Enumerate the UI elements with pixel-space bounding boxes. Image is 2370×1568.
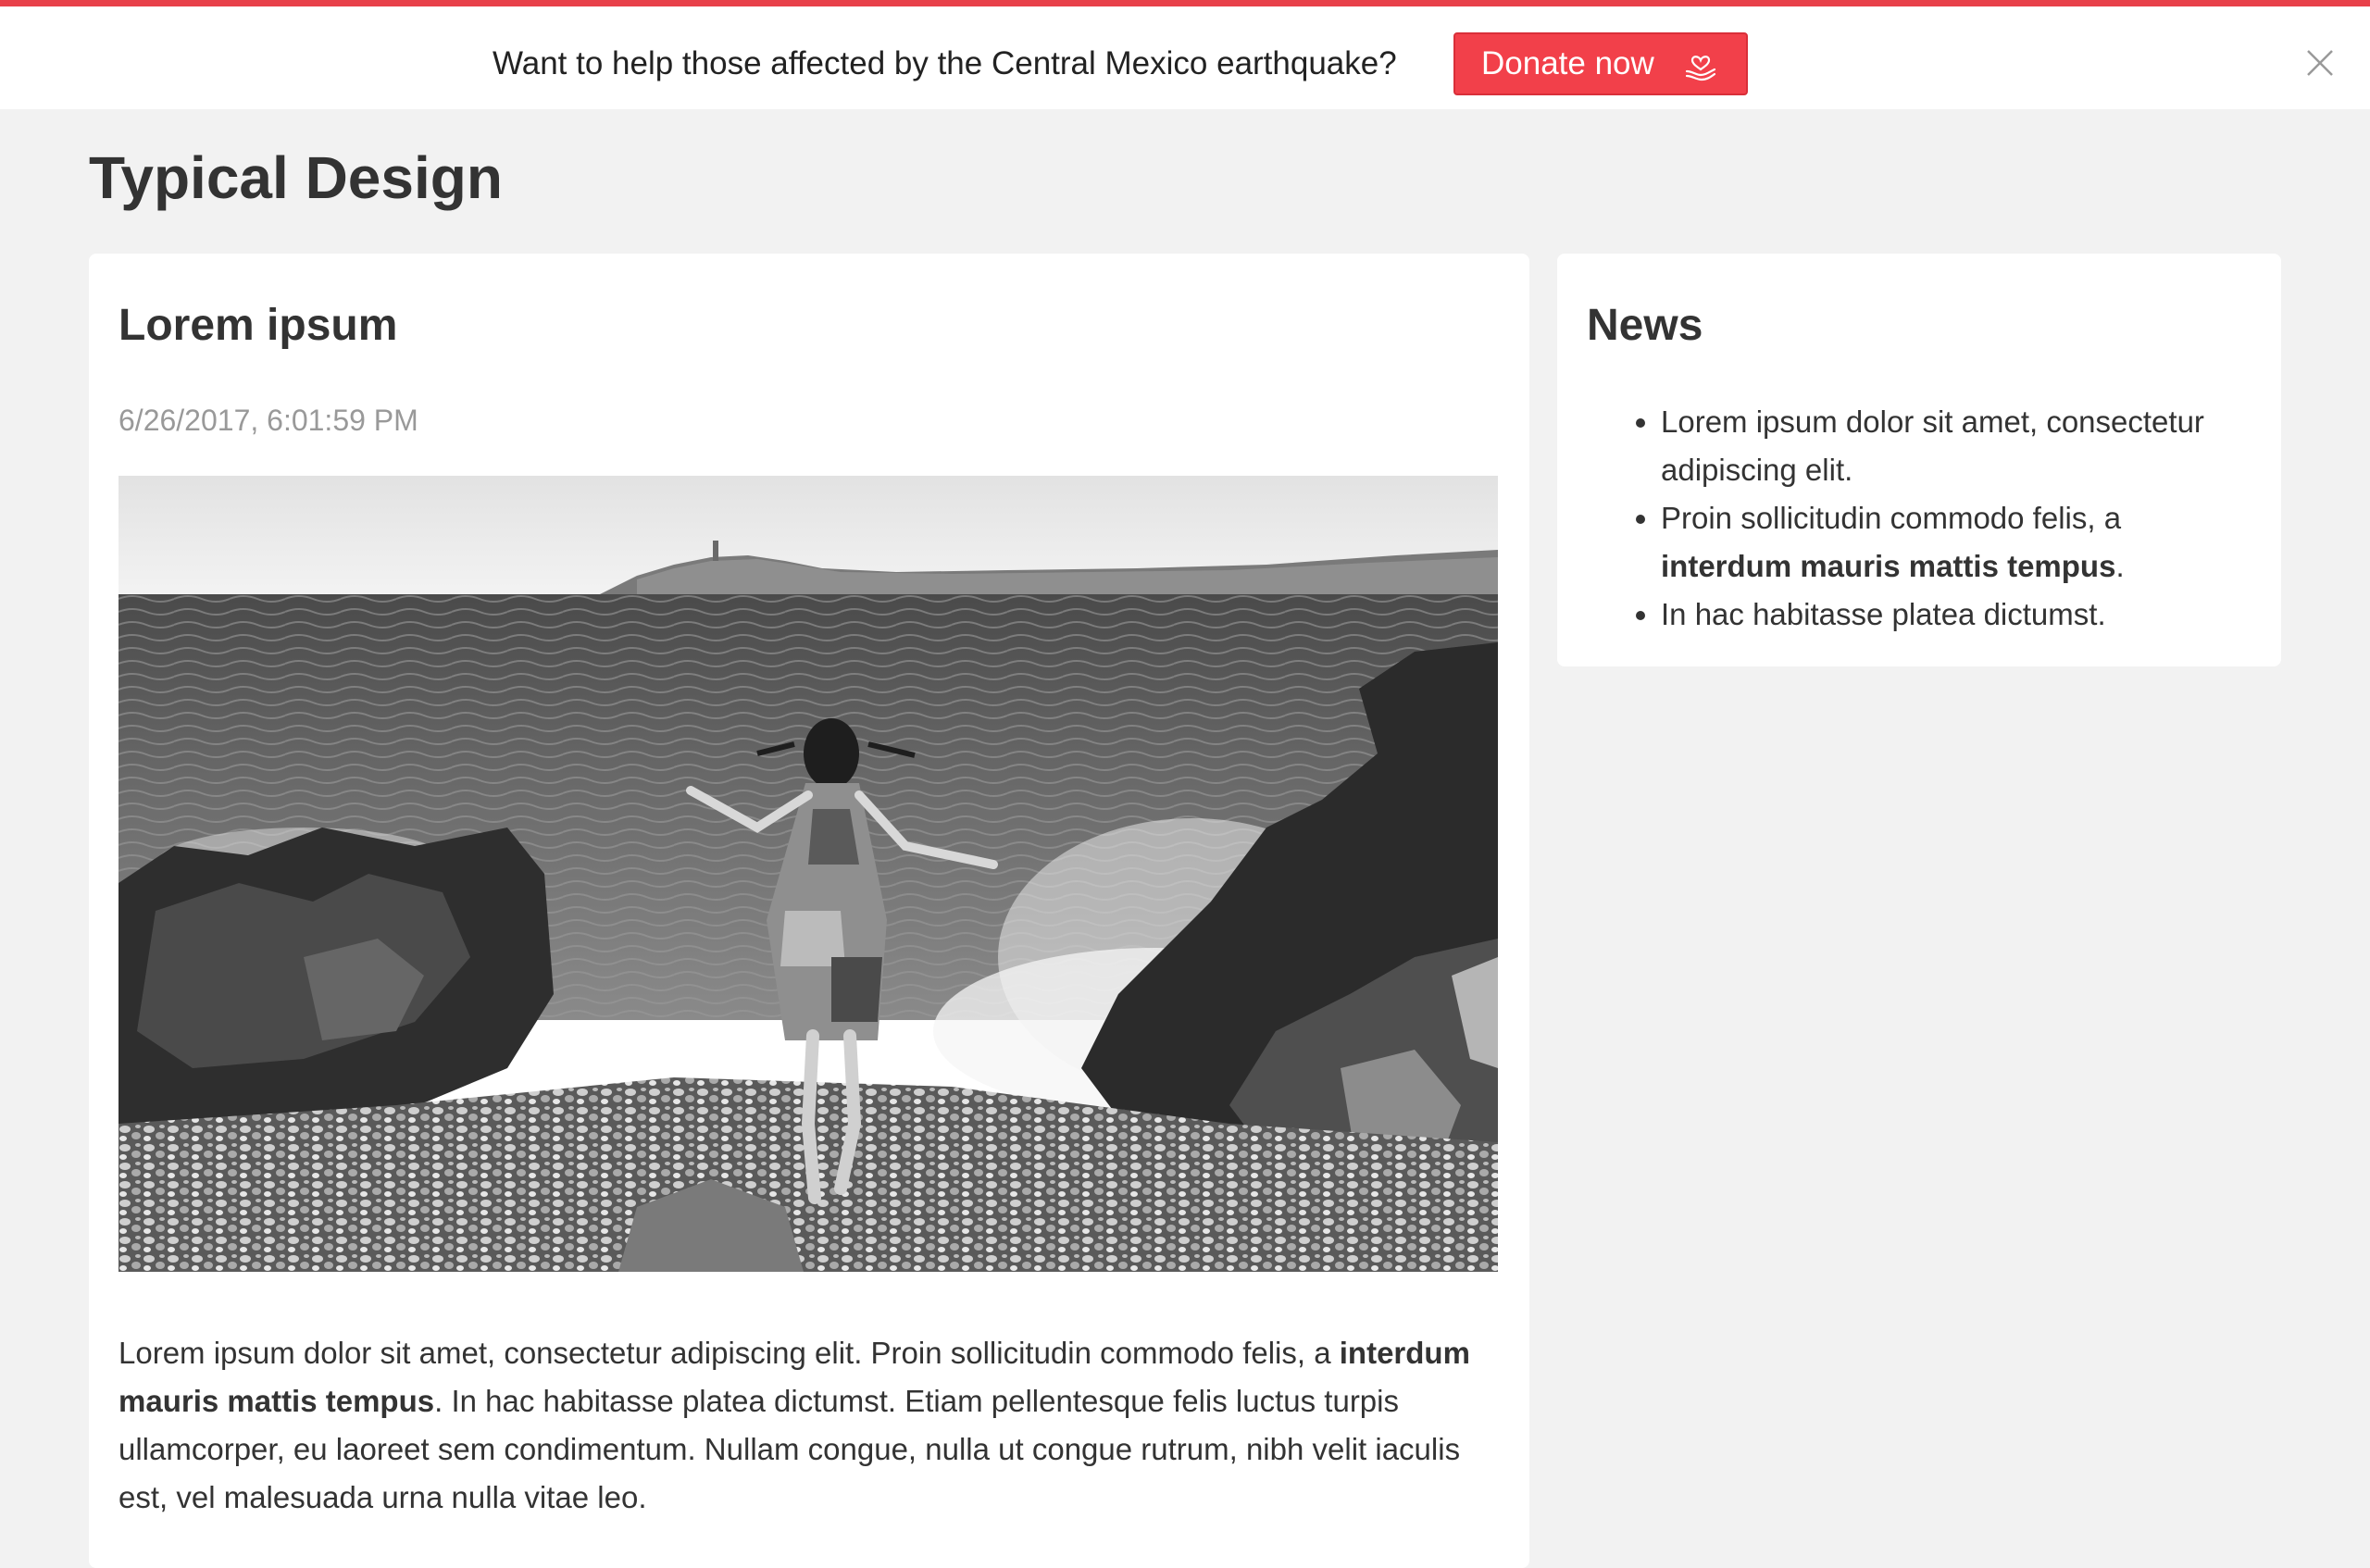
article-body-text: Lorem ipsum dolor sit amet, consectetur …	[118, 1336, 1340, 1370]
article-photo	[118, 476, 1498, 1272]
news-item-text: Lorem ipsum dolor sit amet, consectetur …	[1661, 404, 2204, 487]
heart-hand-icon	[1685, 56, 1716, 81]
news-item-text: In hac habitasse platea dictumst.	[1661, 597, 2106, 631]
news-card: News Lorem ipsum dolor sit amet, consect…	[1557, 254, 2281, 666]
news-list: Lorem ipsum dolor sit amet, consectetur …	[1587, 398, 2253, 639]
donate-button[interactable]: Donate now	[1453, 32, 1748, 95]
news-item-after: .	[2115, 549, 2125, 583]
news-item: Lorem ipsum dolor sit amet, consectetur …	[1661, 398, 2253, 494]
banner-message: Want to help those affected by the Centr…	[493, 45, 1397, 81]
donate-button-label: Donate now	[1481, 45, 1654, 81]
news-item-text: Proin sollicitudin commodo felis, a	[1661, 501, 2122, 535]
page-title: Typical Design	[89, 144, 503, 211]
article-date: 6/26/2017, 6:01:59 PM	[118, 404, 418, 437]
article-body: Lorem ipsum dolor sit amet, consectetur …	[118, 1329, 1507, 1522]
news-title: News	[1587, 301, 1703, 350]
beach-photo-illustration	[118, 476, 1498, 1272]
news-item-bold: interdum mauris mattis tempus	[1661, 549, 2116, 583]
donation-banner: Want to help those affected by the Centr…	[0, 0, 2370, 109]
article-title: Lorem ipsum	[118, 301, 398, 350]
news-item: Proin sollicitudin commodo felis, a inte…	[1661, 494, 2253, 591]
news-item: In hac habitasse platea dictumst.	[1661, 591, 2253, 639]
close-icon[interactable]	[2305, 48, 2335, 78]
article-card: Lorem ipsum 6/26/2017, 6:01:59 PM Lorem …	[89, 254, 1529, 1568]
